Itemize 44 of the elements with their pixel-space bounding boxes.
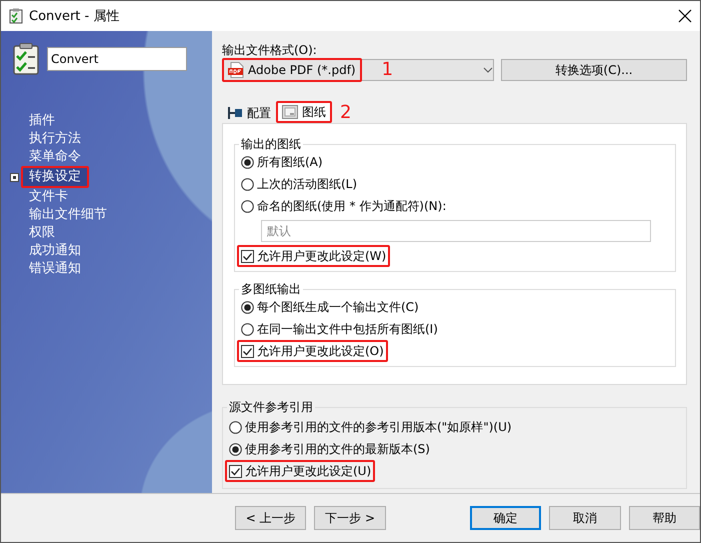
group-title: 输出的图纸 <box>239 137 303 151</box>
radio-option[interactable]: 所有图纸(A) <box>237 151 327 173</box>
sidebar-item[interactable]: 错误通知 <box>24 260 86 278</box>
tab[interactable]: 配置 <box>222 103 276 123</box>
sidebar-item[interactable]: 插件 <box>24 112 60 130</box>
pdf-icon <box>228 62 244 78</box>
pipe-icon <box>227 106 243 120</box>
name-pattern-field[interactable]: 默认 <box>261 220 651 242</box>
format-value: Adobe PDF (*.pdf) <box>248 63 356 77</box>
sheet-icon <box>282 105 298 119</box>
radio-option[interactable]: 命名的图纸(使用 * 作为通配符)(N): <box>237 195 450 217</box>
checkbox-option[interactable]: 允许用户更改此设定(O) <box>237 340 388 362</box>
nav-button[interactable]: 下一步 > <box>314 506 386 530</box>
annotation-number: 2 <box>340 103 352 123</box>
radio-option[interactable]: 每个图纸生成一个输出文件(C) <box>237 296 423 318</box>
chevron-icon <box>483 67 493 73</box>
format-dropdown[interactable]: Adobe PDF (*.pdf) 1 <box>222 59 494 81</box>
tab[interactable]: 图纸 <box>276 101 332 123</box>
clipboard-icon <box>9 8 23 24</box>
dialog-button[interactable]: 取消 <box>549 506 621 530</box>
convert-options-button[interactable]: 转换选项(C)... <box>501 59 687 81</box>
radio-option[interactable]: 使用参考引用的文件的参考引用版本("如原样")(U) <box>225 416 516 438</box>
nav-button[interactable]: < 上一步 <box>235 506 306 530</box>
group-title: 多图纸输出 <box>239 282 303 296</box>
close-icon[interactable] <box>678 9 692 23</box>
sidebar-item[interactable]: 权限 <box>24 224 60 242</box>
clipboard-icon <box>13 43 39 75</box>
radio-option[interactable]: 在同一输出文件中包括所有图纸(I) <box>237 318 442 340</box>
checkbox-option[interactable]: 允许用户更改此设定(U) <box>225 460 376 482</box>
annotation-number: 1 <box>382 60 394 80</box>
field-label: 输出文件格式(O): <box>222 43 318 57</box>
radio-option[interactable]: 使用参考引用的文件的最新版本(S) <box>225 438 434 460</box>
dialog-button[interactable]: 确定 <box>470 506 542 530</box>
group-title: 源文件参考引用 <box>227 400 315 414</box>
radio-option[interactable]: 上次的活动图纸(L) <box>237 173 362 195</box>
sidebar-item[interactable]: 文件卡 <box>24 188 73 206</box>
sidebar-item[interactable]: 输出文件细节 <box>24 206 112 224</box>
sidebar-item[interactable]: 成功通知 <box>24 242 86 260</box>
dialog-button[interactable]: 帮助 <box>628 506 700 530</box>
name-field[interactable]: Convert <box>47 47 187 71</box>
window-title: Convert - 属性 <box>29 8 120 25</box>
sidebar-item[interactable]: 执行方法 <box>24 130 86 148</box>
checkbox-option[interactable]: 允许用户更改此设定(W) <box>237 245 390 267</box>
sidebar-item[interactable]: 菜单命令 <box>24 148 86 166</box>
